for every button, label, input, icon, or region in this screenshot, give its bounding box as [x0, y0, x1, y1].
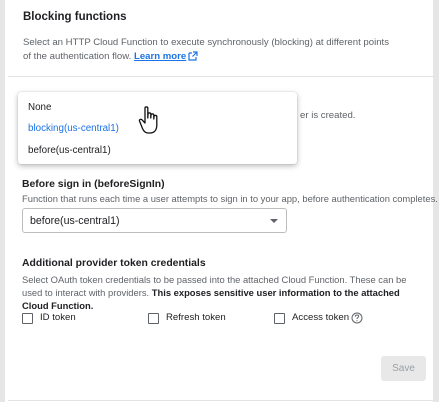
- save-button[interactable]: Save: [381, 356, 426, 381]
- checkbox-box[interactable]: [274, 313, 285, 324]
- help-circle-icon[interactable]: [351, 312, 363, 324]
- option-blocking-us-central1[interactable]: blocking(us-central1): [28, 123, 119, 134]
- before-signin-select[interactable]: before(us-central1): [22, 208, 287, 233]
- left-divider: [0, 0, 5, 402]
- section-description: Select an HTTP Cloud Function to execute…: [23, 36, 393, 64]
- option-before-us-central1[interactable]: before(us-central1): [28, 145, 111, 156]
- hand-pointer-icon: [138, 106, 158, 134]
- caret-down-icon: [270, 219, 278, 223]
- open-in-new-icon: [188, 51, 198, 61]
- blocking-functions-header: Blocking functions Select an HTTP Cloud …: [8, 0, 433, 77]
- description-text: Select an HTTP Cloud Function to execute…: [23, 37, 390, 62]
- section-title: Blocking functions: [23, 11, 127, 23]
- before-signin-title: Before sign in (beforeSignIn): [22, 179, 165, 190]
- learn-more-label: Learn more: [133, 51, 187, 62]
- option-none[interactable]: None: [28, 102, 51, 113]
- checkbox-box[interactable]: [22, 313, 33, 324]
- id-token-label: ID token: [40, 312, 76, 323]
- before-signin-selected-value: before(us-central1): [30, 215, 120, 227]
- learn-more-link[interactable]: Learn more: [134, 51, 198, 62]
- credentials-description: Select OAuth token credentials to be pas…: [22, 273, 417, 312]
- obscured-helper-text: er is created.: [300, 110, 356, 121]
- before-signin-description: Function that runs each time a user atte…: [22, 193, 438, 204]
- checkbox-box[interactable]: [148, 313, 159, 324]
- credentials-title: Additional provider token credentials: [22, 258, 206, 269]
- bottom-divider: [8, 400, 433, 401]
- access-token-label: Access token: [292, 312, 350, 323]
- refresh-token-label: Refresh token: [166, 312, 226, 323]
